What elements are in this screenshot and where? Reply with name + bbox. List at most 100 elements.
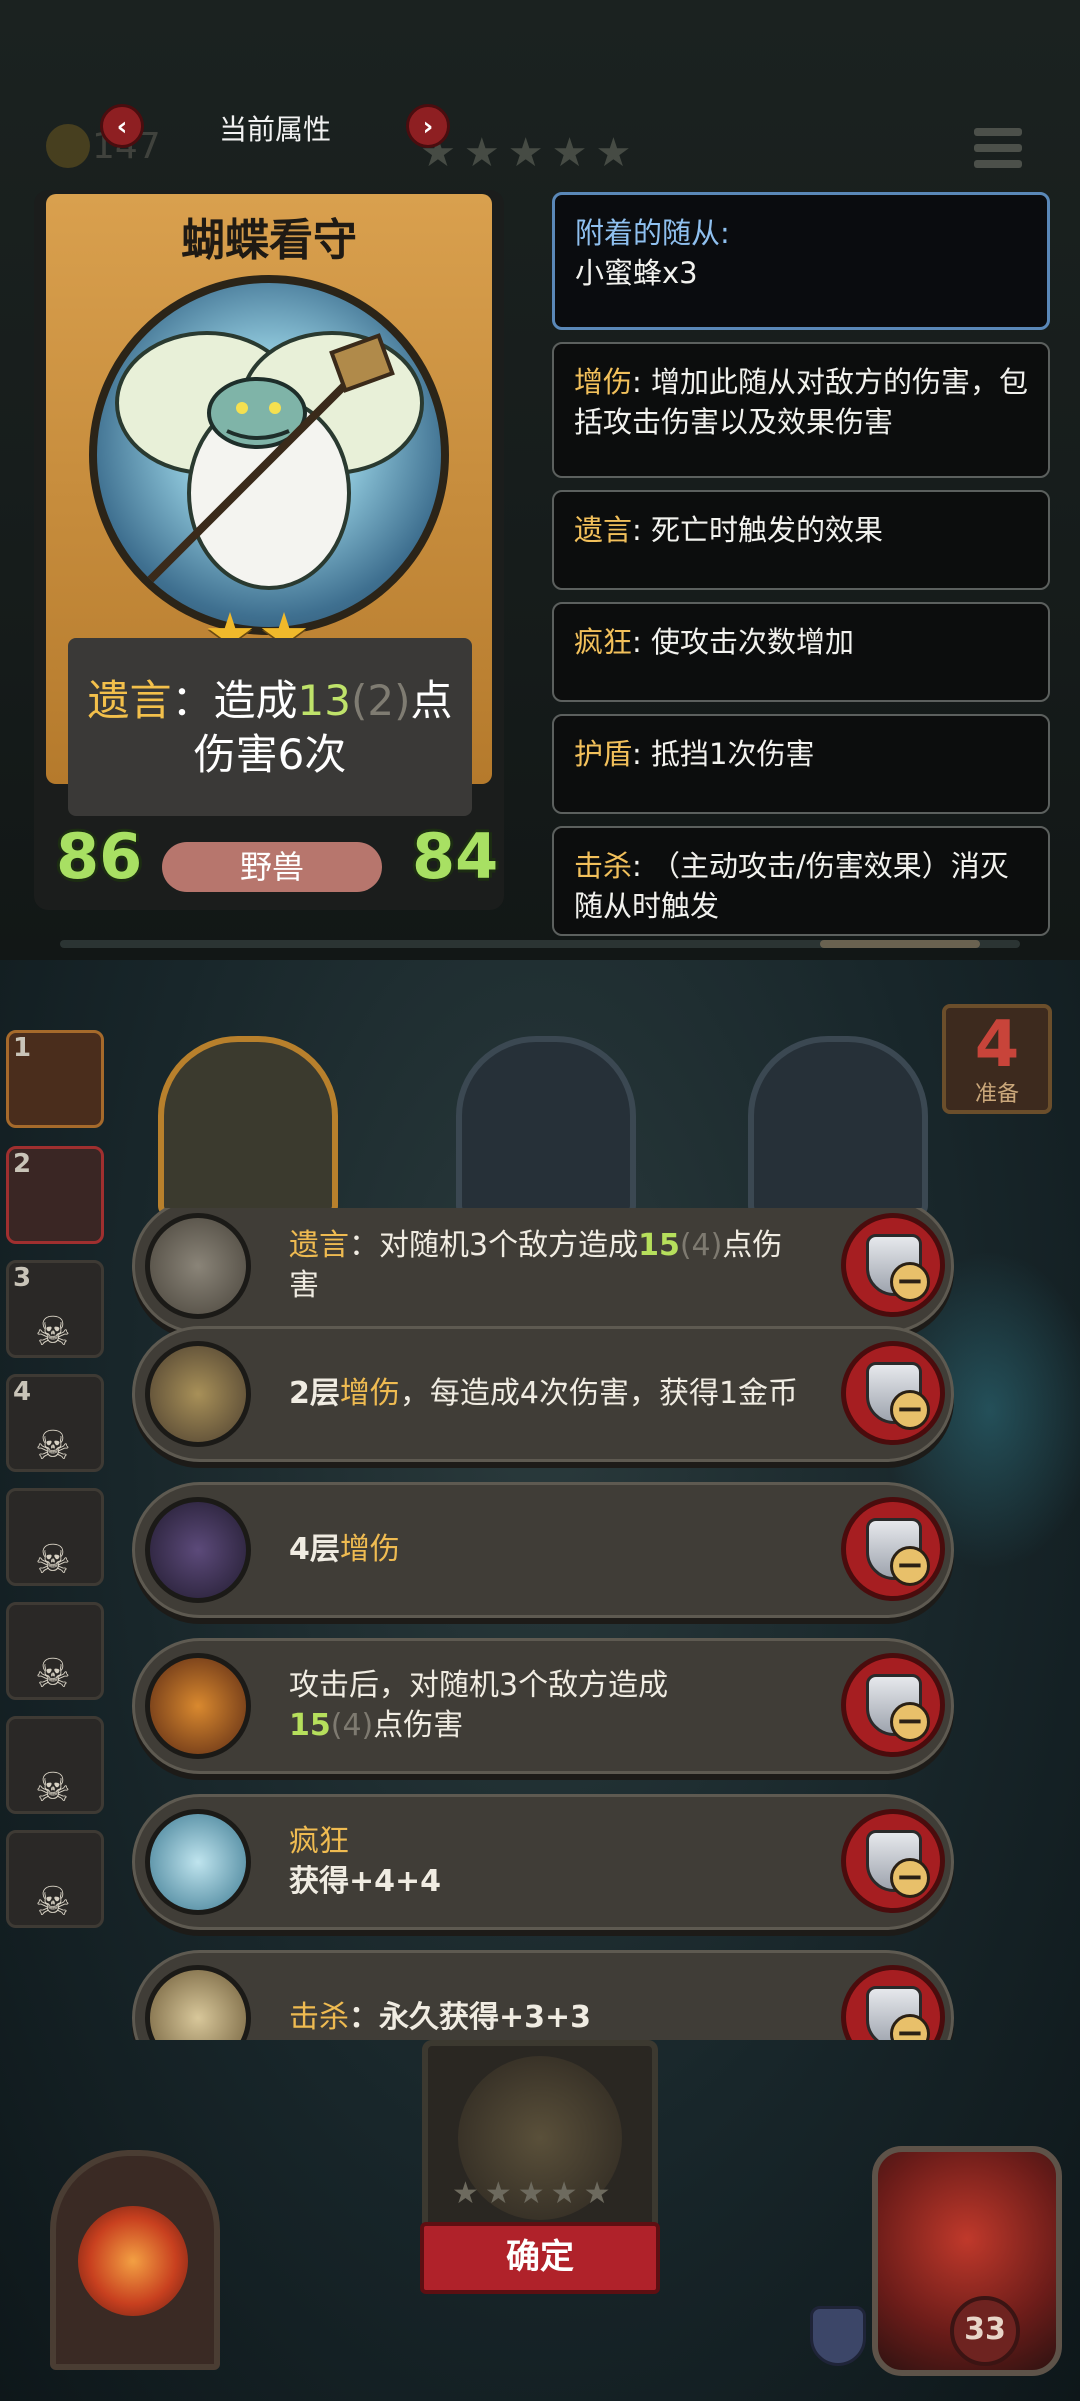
menu-icon[interactable] bbox=[974, 128, 1022, 180]
remove-effect-button[interactable]: − bbox=[841, 1809, 945, 1913]
shield-panel: 护盾: 抵挡1次伤害 bbox=[552, 714, 1050, 814]
effect-line1: 攻击后，对随机3个敌方造成 bbox=[289, 1668, 669, 1703]
effect-pre: 4层 bbox=[289, 1532, 340, 1567]
ready-label: 准备 bbox=[974, 1082, 1019, 1107]
remove-effect-button[interactable]: − bbox=[841, 1341, 945, 1445]
damage-up-text: : 增加此随从对敌方的伤害，包括攻击伤害以及效果伤害 bbox=[574, 365, 1029, 439]
moth-portrait bbox=[89, 275, 449, 635]
ability-keyword: 遗言 bbox=[87, 676, 172, 725]
minion-name: 蝴蝶看守 bbox=[181, 215, 357, 266]
effect-row: 疯狂 获得+4+4 − bbox=[132, 1794, 954, 1930]
effect-bonus: (4) bbox=[330, 1708, 374, 1743]
slot-number: 1 bbox=[13, 1033, 32, 1063]
health-stat: 84 bbox=[412, 820, 499, 893]
effect-pre: ：对随机3个敌方造成 bbox=[349, 1228, 639, 1263]
deathrattle-panel: 遗言: 死亡时触发的效果 bbox=[552, 490, 1050, 590]
panel-scrollbar[interactable] bbox=[60, 940, 1020, 948]
prev-arrow-button[interactable]: ‹ bbox=[100, 104, 144, 148]
minus-icon: − bbox=[890, 1702, 930, 1742]
next-arrow-button[interactable]: › bbox=[406, 104, 450, 148]
attached-value: 小蜜蜂x3 bbox=[575, 256, 698, 290]
lightning-crystal-icon bbox=[145, 1809, 251, 1915]
remove-effect-button[interactable]: − bbox=[841, 1653, 945, 1757]
attribute-view-title: 当前属性 bbox=[218, 113, 331, 146]
effect-line2: 获得+4+4 bbox=[289, 1864, 442, 1899]
kill-keyword: 击杀 bbox=[574, 849, 633, 883]
effect-text: 击杀：永久获得+3+3 bbox=[289, 1953, 809, 2040]
fire-icon bbox=[78, 2206, 188, 2316]
effects-list[interactable]: 遗言：对随机3个敌方造成15(4)点伤害 − 2层增伤，每造成4次伤害，获得1金… bbox=[0, 1208, 1080, 2040]
effect-keyword: 遗言 bbox=[289, 1228, 349, 1263]
effect-text: 遗言：对随机3个敌方造成15(4)点伤害 bbox=[289, 1208, 809, 1331]
attached-minions-panel: 附着的随从: 小蜜蜂x3 bbox=[552, 192, 1050, 330]
effect-text: 疯狂 获得+4+4 bbox=[289, 1797, 809, 1927]
effect-post: ，每造成4次伤害，获得1金币 bbox=[399, 1376, 799, 1411]
deathrattle-text: : 死亡时触发的效果 bbox=[632, 513, 884, 547]
effect-bonus: (4) bbox=[679, 1228, 723, 1263]
lineup-card-moth[interactable] bbox=[158, 1036, 338, 1216]
explosion-icon bbox=[145, 1653, 251, 1759]
effect-row: 2层增伤，每造成4次伤害，获得1金币 − bbox=[132, 1326, 954, 1462]
slot-number: 2 bbox=[13, 1149, 32, 1179]
deathrattle-keyword: 遗言 bbox=[574, 513, 633, 547]
hero-health: 33 bbox=[950, 2296, 1020, 2366]
lineup-slot-1[interactable]: 1 bbox=[6, 1030, 104, 1128]
moth-creature-icon bbox=[115, 331, 424, 590]
effect-number: 15 bbox=[289, 1708, 331, 1743]
remove-effect-button[interactable]: − bbox=[841, 1497, 945, 1601]
remove-effect-button[interactable]: − bbox=[841, 1965, 945, 2040]
minus-icon: − bbox=[890, 1546, 930, 1586]
minus-icon: − bbox=[890, 1858, 930, 1898]
frenzy-keyword: 疯狂 bbox=[574, 625, 633, 659]
scythe-icon bbox=[145, 1965, 251, 2040]
effect-row: 遗言：对随机3个敌方造成15(4)点伤害 − bbox=[132, 1208, 954, 1334]
attached-title: 附着的随从: bbox=[575, 216, 730, 250]
ability-damage-bonus: (2) bbox=[350, 676, 411, 725]
damage-up-keyword: 增伤 bbox=[574, 365, 633, 399]
damage-up-panel: 增伤: 增加此随从对敌方的伤害，包括攻击伤害以及效果伤害 bbox=[552, 342, 1050, 478]
effect-keyword: 增伤 bbox=[339, 1532, 400, 1567]
shield-text: : 抵挡1次伤害 bbox=[632, 737, 815, 771]
minus-icon: − bbox=[890, 1262, 930, 1302]
gold-coin-icon bbox=[46, 124, 90, 168]
armor-icon bbox=[810, 2306, 866, 2366]
effect-row: 4层增伤 − bbox=[132, 1482, 954, 1618]
effect-text: 2层增伤，每造成4次伤害，获得1金币 bbox=[289, 1329, 809, 1459]
ability-pre: ：造成 bbox=[171, 676, 298, 725]
card-ability-box: 遗言：造成13(2)点 伤害6次 bbox=[68, 638, 472, 816]
effect-row: 击杀：永久获得+3+3 − bbox=[132, 1950, 954, 2040]
ability-line2: 伤害6次 bbox=[193, 730, 347, 779]
machine-icon bbox=[145, 1341, 251, 1447]
frenzy-text: : 使攻击次数增加 bbox=[632, 625, 855, 659]
minion-card: 蝴蝶看守 ★★ 遗言：造成13(2)点 伤害6次 86 野兽 84 bbox=[34, 190, 504, 910]
fire-ability[interactable] bbox=[50, 2150, 220, 2370]
minus-icon: − bbox=[890, 2014, 930, 2040]
lineup-card-king[interactable] bbox=[748, 1036, 928, 1216]
effect-keyword: 增伤 bbox=[339, 1376, 400, 1411]
lineup-card-rabbit[interactable] bbox=[456, 1036, 636, 1216]
ability-post: 点 bbox=[410, 676, 453, 725]
panel-scrollbar-thumb[interactable] bbox=[820, 940, 980, 948]
tribe-badge: 野兽 bbox=[162, 842, 382, 892]
kill-text: : （主动攻击/伤害效果）消灭随从时触发 bbox=[574, 849, 1009, 923]
effect-text: 4层增伤 bbox=[289, 1485, 809, 1615]
tier-stars-background: ★★★★★ bbox=[420, 130, 640, 176]
confirm-button[interactable]: 确定 bbox=[420, 2222, 660, 2294]
kill-panel: 击杀: （主动攻击/伤害效果）消灭随从时触发 bbox=[552, 826, 1050, 936]
wing-icon bbox=[145, 1497, 251, 1603]
minus-icon: − bbox=[890, 1390, 930, 1430]
effect-post: 点伤害 bbox=[373, 1708, 464, 1743]
effect-text: 攻击后，对随机3个敌方造成 15(4)点伤害 bbox=[289, 1641, 809, 1771]
ready-count: 4 bbox=[974, 1008, 1020, 1082]
effect-pre: 2层 bbox=[289, 1376, 340, 1411]
ready-counter: 4 准备 bbox=[942, 1004, 1052, 1114]
effect-keyword: 击杀 bbox=[289, 2000, 349, 2035]
effect-number: 15 bbox=[638, 1228, 680, 1263]
ability-damage: 13 bbox=[297, 676, 351, 725]
remove-effect-button[interactable]: − bbox=[841, 1213, 945, 1317]
bomb-icon bbox=[145, 1213, 251, 1319]
effect-keyword: 疯狂 bbox=[289, 1824, 349, 1859]
effect-post: ：永久获得+3+3 bbox=[349, 2000, 592, 2035]
card-ability-text: 遗言：造成13(2)点 伤害6次 bbox=[68, 674, 472, 782]
frenzy-panel: 疯狂: 使攻击次数增加 bbox=[552, 602, 1050, 702]
